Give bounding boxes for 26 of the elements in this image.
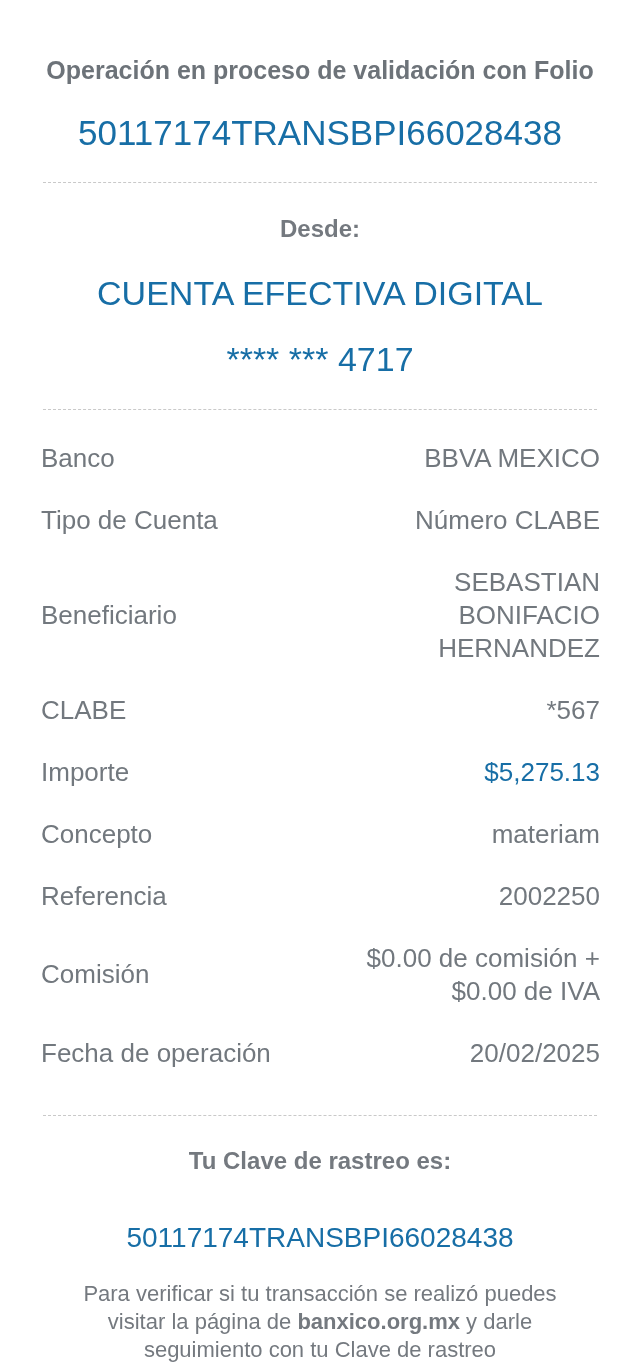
detail-value: materiam (491, 817, 600, 851)
account-number: **** *** 4717 (226, 339, 414, 379)
account-name: CUENTA EFECTIVA DIGITAL (97, 273, 543, 313)
detail-label: Referencia (41, 879, 167, 913)
detail-label: Beneficiario (41, 598, 177, 632)
detail-label: Comisión (41, 958, 150, 991)
tracking-label: Tu Clave de rastreo es: (188, 1146, 452, 1176)
detail-value: $0.00 de comisión + $0.00 de IVA (365, 941, 600, 1008)
from-label: Desde: (280, 214, 360, 244)
detail-value: BBVA MEXICO (424, 441, 600, 475)
detail-value: Número CLABE (415, 503, 600, 537)
detail-value: SEBASTIAN BONIFACIO HERNANDEZ (437, 565, 600, 665)
detail-value: $5,275.13 (484, 755, 600, 789)
folio-number: 50117174TRANSBPI66028438 (78, 113, 562, 153)
detail-value: 20/02/2025 (469, 1036, 600, 1070)
detail-label: Fecha de operación (41, 1036, 271, 1070)
detail-value: *567 (546, 693, 600, 727)
detail-label: Banco (41, 441, 115, 475)
detail-label: Concepto (41, 817, 153, 851)
detail-value: 2002250 (498, 879, 600, 913)
detail-label: CLABE (41, 693, 127, 727)
operation-title: Operación en proceso de validación con Folio (46, 55, 594, 85)
tracking-code: 50117174TRANSBPI66028438 (126, 1221, 514, 1255)
verification-note: Para verificar si tu transacción se realizó puedes visitar la página de banxico.org.mx y darle seguimiento con tu Clave de rastreo (82, 1280, 558, 1364)
detail-label: Importe (41, 755, 130, 789)
detail-label: Tipo de Cuenta (41, 503, 218, 537)
